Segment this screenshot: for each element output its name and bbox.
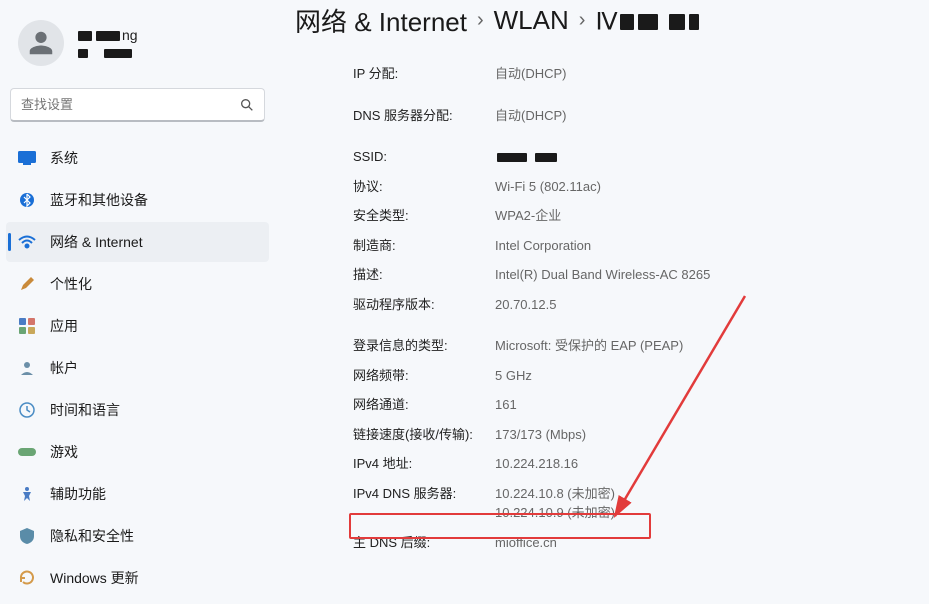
nav-gaming[interactable]: 游戏	[6, 432, 269, 472]
nav-list: 系统 蓝牙和其他设备 网络 & Internet 个性化 应用 帐户	[0, 132, 275, 604]
row-vendor: 制造商:Intel Corporation	[353, 231, 909, 261]
nav-label: 隐私和安全性	[50, 526, 134, 546]
nav-bluetooth[interactable]: 蓝牙和其他设备	[6, 180, 269, 220]
nav-windows-update[interactable]: Windows 更新	[6, 558, 269, 598]
row-ip-assign: IP 分配:自动(DHCP)	[353, 59, 909, 89]
nav-label: 个性化	[50, 274, 92, 294]
row-dns-suffix: 主 DNS 后缀:mioffice.cn	[353, 528, 909, 558]
nav-label: 辅助功能	[50, 484, 106, 504]
search-input[interactable]	[10, 88, 265, 122]
game-icon	[18, 443, 36, 461]
profile-name: ng	[76, 27, 138, 59]
nav-label: 时间和语言	[50, 400, 120, 420]
nav-network[interactable]: 网络 & Internet	[6, 222, 269, 262]
wifi-icon	[18, 233, 36, 251]
main-content: 网络 & Internet › WLAN › Ⅳ IP 分配:自动(DHCP) …	[275, 0, 929, 562]
network-details-panel: IP 分配:自动(DHCP) DNS 服务器分配:自动(DHCP) SSID: …	[295, 51, 909, 562]
row-login-type: 登录信息的类型:Microsoft: 受保护的 EAP (PEAP)	[353, 331, 909, 361]
row-link-speed: 链接速度(接收/传输):173/173 (Mbps)	[353, 420, 909, 450]
row-protocol: 协议:Wi-Fi 5 (802.11ac)	[353, 172, 909, 202]
nav-label: 游戏	[50, 442, 78, 462]
apps-icon	[18, 317, 36, 335]
row-security: 安全类型:WPA2-企业	[353, 201, 909, 231]
nav-label: Windows 更新	[50, 568, 139, 588]
row-ssid: SSID:	[353, 142, 909, 172]
profile-header[interactable]: ng	[0, 10, 275, 84]
nav-accessibility[interactable]: 辅助功能	[6, 474, 269, 514]
shield-icon	[18, 527, 36, 545]
row-mac: 物理地址(MAC):98-3B-8F-91-17-70	[353, 557, 909, 562]
person-icon	[26, 28, 56, 58]
account-icon	[18, 359, 36, 377]
sidebar: ng 系统 蓝牙和其他设备 网络 & Internet	[0, 0, 275, 562]
nav-label: 网络 & Internet	[50, 232, 143, 252]
bluetooth-icon	[18, 191, 36, 209]
avatar	[18, 20, 64, 66]
breadcrumb: 网络 & Internet › WLAN › Ⅳ	[295, 0, 909, 51]
search-container	[10, 88, 265, 122]
breadcrumb-network[interactable]: 网络 & Internet	[295, 2, 467, 39]
nav-label: 帐户	[50, 358, 78, 378]
search-icon	[239, 97, 255, 113]
update-icon	[18, 569, 36, 587]
system-icon	[18, 149, 36, 167]
breadcrumb-ssid[interactable]: Ⅳ	[595, 5, 700, 37]
nav-label: 应用	[50, 316, 78, 336]
row-ipv4-dns: IPv4 DNS 服务器:10.224.10.8 (未加密)10.224.10.…	[353, 479, 909, 528]
nav-personalization[interactable]: 个性化	[6, 264, 269, 304]
nav-label: 蓝牙和其他设备	[50, 190, 148, 210]
nav-label: 系统	[50, 148, 78, 168]
accessibility-icon	[18, 485, 36, 503]
row-dns-assign: DNS 服务器分配:自动(DHCP)	[353, 101, 909, 131]
chevron-right-icon: ›	[579, 9, 586, 32]
clock-icon	[18, 401, 36, 419]
nav-system[interactable]: 系统	[6, 138, 269, 178]
brush-icon	[18, 275, 36, 293]
nav-privacy[interactable]: 隐私和安全性	[6, 516, 269, 556]
row-channel: 网络通道:161	[353, 390, 909, 420]
row-driver: 驱动程序版本:20.70.12.5	[353, 290, 909, 320]
nav-time-language[interactable]: 时间和语言	[6, 390, 269, 430]
row-desc: 描述:Intel(R) Dual Band Wireless-AC 8265	[353, 260, 909, 290]
breadcrumb-wlan[interactable]: WLAN	[494, 5, 569, 36]
nav-accounts[interactable]: 帐户	[6, 348, 269, 388]
nav-apps[interactable]: 应用	[6, 306, 269, 346]
row-ipv4: IPv4 地址:10.224.218.16	[353, 449, 909, 479]
chevron-right-icon: ›	[477, 9, 484, 32]
row-band: 网络频带:5 GHz	[353, 361, 909, 391]
